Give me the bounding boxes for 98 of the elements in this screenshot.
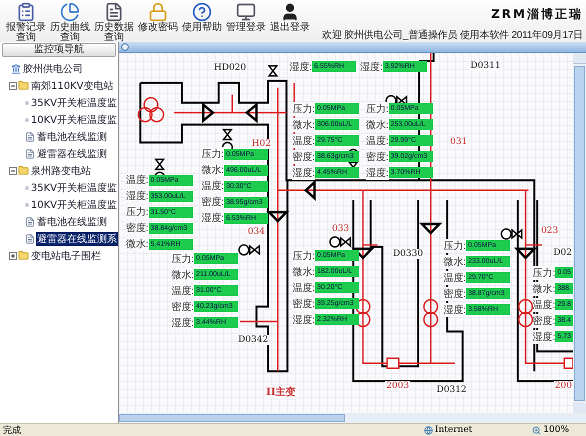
tree-item[interactable]: 避雷器在线监测 — [36, 146, 108, 160]
globe-icon — [424, 426, 433, 434]
reading-label: 湿度: — [201, 211, 224, 226]
diagram-label: D02 — [552, 248, 573, 258]
reading-label: 湿度: — [292, 166, 316, 180]
vertical-scrollbar[interactable] — [573, 53, 586, 413]
reading-label: 湿度: — [292, 312, 316, 327]
reading-label: 湿度: — [360, 60, 383, 74]
status-text: 完成 — [3, 424, 21, 436]
tree-item[interactable]: 变电站电子围栏 — [30, 248, 102, 262]
reading-label: 温度: — [443, 270, 466, 285]
diagram-label: 031 — [449, 136, 468, 147]
tree-item[interactable]: 35KV开关柜温度监 — [30, 96, 118, 110]
reading-label: 密度: — [366, 150, 389, 164]
reading-label: 温度: — [201, 179, 224, 194]
reading-label: 密度: — [292, 150, 316, 164]
brand-logo: ZRM淄博正瑞 — [491, 6, 583, 23]
tree-item[interactable]: 10KV开关柜温度监 — [30, 112, 118, 126]
zoom-level[interactable]: 100% — [543, 425, 569, 435]
toolbar-button[interactable]: 修改密码 — [136, 0, 180, 33]
zone-text: Internet — [434, 425, 472, 435]
reading-label: 密度: — [443, 286, 466, 301]
sidebar-title: 监控项导航 — [2, 43, 116, 57]
diagram-label: 023 — [540, 226, 560, 236]
reading-label: 压力: — [201, 147, 224, 162]
reading-label: 湿度: — [366, 166, 389, 180]
reading-label: 微水: — [171, 268, 194, 282]
expand-toggle-icon[interactable] — [9, 166, 17, 174]
reading-label: 温度: — [292, 134, 316, 148]
toolbar-button[interactable]: 历史数据查询 — [92, 0, 136, 43]
tree-item[interactable]: 35KV开关柜温度监 — [30, 180, 118, 194]
diagram-label: HD020 — [212, 62, 248, 73]
expand-toggle-icon[interactable] — [9, 82, 17, 90]
diagram-label: 033 — [330, 224, 350, 234]
expand-toggle-icon[interactable] — [9, 252, 17, 260]
reading-label: 温度: — [292, 280, 316, 295]
tree-item[interactable]: 蓄电池在线监测 — [36, 214, 108, 228]
reading-label: 微水: — [292, 264, 316, 279]
reading-label: 密度: — [171, 300, 194, 314]
reading-label: 压力: — [171, 252, 194, 266]
toolbar-button[interactable]: 使用帮助 — [180, 0, 224, 33]
diagram-label: D0330 — [392, 248, 424, 259]
folder-icon — [18, 250, 29, 261]
reading-label: 温度: — [532, 298, 556, 312]
reading-label: 湿度: — [171, 316, 194, 330]
folder-icon — [18, 165, 29, 176]
diagram-label: 200 — [554, 381, 573, 392]
reading-label: 微水: — [366, 118, 389, 132]
reading-label: 压力: — [126, 205, 149, 220]
tree-item[interactable]: 南郊110KV变电站 — [30, 78, 114, 92]
tree-item[interactable]: 胶州供电公司 — [22, 62, 84, 76]
reading-label: 微水: — [201, 163, 224, 178]
diagram-label: 2003 — [385, 381, 410, 392]
zoom-icon — [532, 426, 542, 434]
help-icon — [192, 2, 212, 22]
reading-label: 温度: — [126, 173, 149, 188]
reading-label: 微水: — [126, 237, 149, 252]
reading-label: 微水: — [443, 254, 466, 269]
clipboard-icon — [16, 2, 36, 22]
reading-label: 微水: — [292, 118, 316, 132]
diagram-label: II主变 — [265, 385, 297, 400]
reading-label: 压力: — [366, 102, 389, 116]
tree-item[interactable]: 10KV开关柜温度监 — [30, 198, 118, 212]
reading-label: 温度: — [171, 284, 194, 298]
reading-label: 湿度: — [443, 302, 466, 317]
reading-label: 微水: — [532, 282, 556, 296]
diagram-label: 034 — [246, 227, 266, 238]
reading-label: 密度: — [126, 221, 149, 236]
toolbar-button[interactable]: 历史曲线查询 — [48, 0, 92, 43]
lock-icon — [148, 2, 168, 22]
horizontal-scrollbar[interactable] — [119, 413, 586, 423]
diagram-label: D0311 — [469, 60, 502, 71]
building-icon — [11, 64, 21, 74]
reading-label: 密度: — [292, 296, 316, 311]
monitor-icon — [236, 2, 256, 22]
tree-item[interactable]: 泉州路变电站 — [30, 164, 92, 178]
toolbar-button[interactable]: 退出登录 — [268, 0, 312, 33]
toolbar-button[interactable]: 报警记录查询 — [4, 0, 48, 43]
tree-item[interactable]: 避雷器在线监测系 — [36, 232, 118, 246]
diagram-label: D0342 — [237, 335, 270, 346]
reading-label: 密度: — [532, 314, 556, 328]
diagram-label: H02 — [250, 138, 272, 149]
folder-icon — [18, 80, 29, 91]
pie-chart-icon — [60, 2, 80, 22]
reading-label: 压力: — [443, 238, 466, 253]
reading-label: 湿度: — [289, 60, 312, 74]
reading-label: 温度: — [366, 134, 389, 148]
diagram-label: D0312 — [436, 385, 468, 396]
reading-label: 压力: — [292, 248, 316, 263]
reading-label: 压力: — [292, 102, 316, 116]
welcome-text: 欢迎 胶州供电公司_普通操作员 使用本软件 2011年09月17日 — [322, 30, 583, 42]
reading-label: 密度: — [201, 195, 224, 210]
reading-label: 湿度: — [532, 330, 556, 344]
toolbar-button[interactable]: 管理登录 — [224, 0, 268, 33]
tree-item[interactable]: 蓄电池在线监测 — [36, 130, 108, 144]
reading-label: 湿度: — [126, 189, 149, 204]
panel-icon — [121, 43, 129, 51]
reading-label: 压力: — [532, 266, 556, 280]
